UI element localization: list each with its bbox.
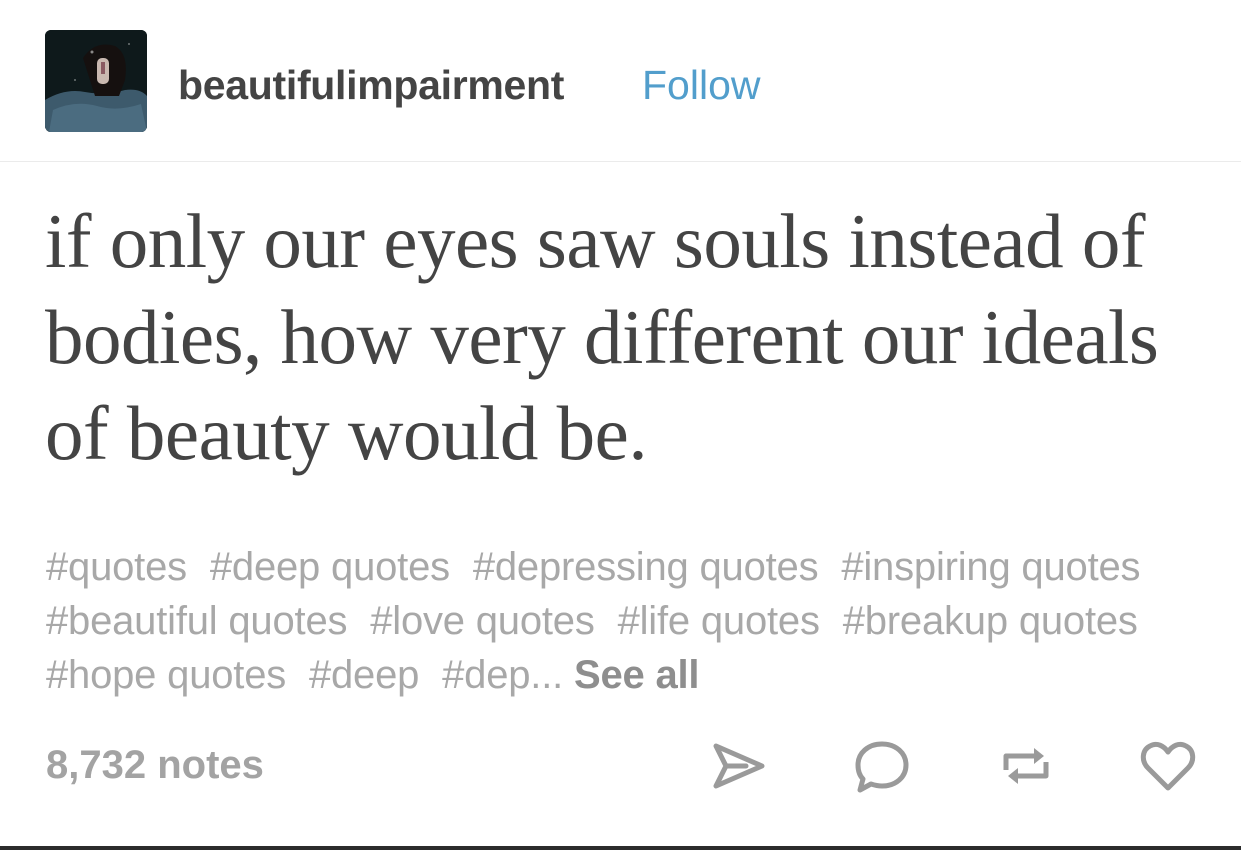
share-icon [713,743,765,789]
share-button[interactable] [708,736,768,796]
post-header: beautifulimpairment Follow [0,0,1241,162]
tag-link[interactable]: #inspiring quotes [841,545,1140,589]
reply-button[interactable] [852,736,912,796]
tag-link[interactable]: #deep quotes [210,545,450,589]
see-all-tags-link[interactable]: See all [574,653,700,697]
username-link[interactable]: beautifulimpairment [178,60,564,110]
tag-link[interactable]: #breakup quotes [843,599,1138,643]
avatar-photo [45,30,147,132]
reply-icon [855,741,909,793]
tag-link[interactable]: #depressing quotes [473,545,819,589]
like-icon [1140,741,1196,791]
tag-link[interactable]: #love quotes [370,599,595,643]
tag-link[interactable]: #hope quotes [46,653,286,697]
reblog-button[interactable] [996,736,1056,796]
follow-button[interactable]: Follow [642,60,760,110]
tag-link[interactable]: #dep... [442,653,563,697]
reblog-icon [1003,748,1049,784]
post-footer: 8,732 notes [0,730,1241,800]
tag-link[interactable]: #quotes [46,545,187,589]
like-button[interactable] [1138,736,1198,796]
post-tags: #quotes #deep quotes #depressing quotes … [46,540,1206,702]
tag-link[interactable]: #beautiful quotes [46,599,347,643]
bottom-divider [0,846,1241,850]
tag-link[interactable]: #life quotes [618,599,820,643]
avatar[interactable] [45,30,147,132]
post-quote-text: if only our eyes saw souls instead of bo… [45,198,1159,476]
tag-link[interactable]: #deep [309,653,419,697]
notes-count[interactable]: 8,732 notes [46,740,264,790]
